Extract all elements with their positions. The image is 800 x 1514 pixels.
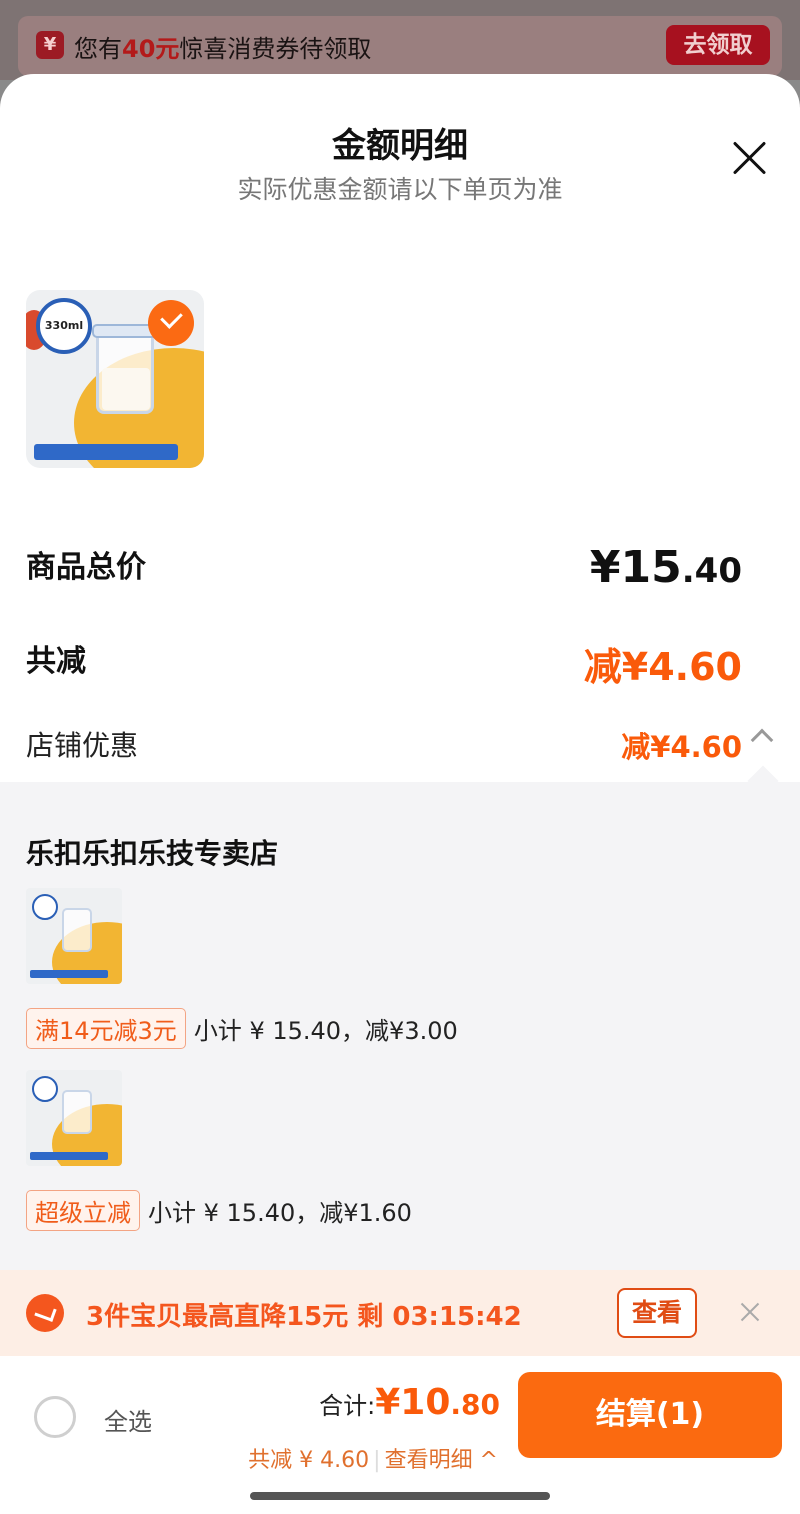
select-all-label[interactable]: 全选 xyxy=(104,1402,152,1437)
coupon-icon: ¥ xyxy=(36,31,64,59)
product-capacity-badge: 330ml xyxy=(36,298,92,354)
separator: | xyxy=(373,1448,381,1473)
sum-total: 合计:¥10.80 xyxy=(319,1382,500,1423)
total-reduce-value: 减¥4.60 xyxy=(583,645,742,689)
claim-coupon-button[interactable]: 去领取 xyxy=(666,25,770,65)
coupon-prefix: 您有 xyxy=(74,35,122,63)
home-indicator xyxy=(250,1492,550,1500)
coupon-banner: ¥ 您有40元惊喜消费券待领取 去领取 xyxy=(0,0,800,80)
promo-product-thumbnail[interactable] xyxy=(26,888,122,984)
sum-label: 合计: xyxy=(319,1392,376,1420)
chevron-up-icon[interactable] xyxy=(750,728,774,752)
promo-line: 超级立减 小计 ¥ 15.40，减¥1.60 xyxy=(26,1190,412,1231)
store-name: 乐扣乐扣乐技专卖店 xyxy=(26,837,279,870)
shop-discount-value[interactable]: 减¥4.60 xyxy=(621,724,742,766)
thumb-badge xyxy=(32,894,58,920)
close-icon[interactable] xyxy=(738,1300,762,1324)
thumb-badge xyxy=(32,1076,58,1102)
view-flash-button[interactable]: 查看 xyxy=(617,1288,697,1338)
sum-decimal: .80 xyxy=(450,1388,500,1421)
total-price-value: ¥15.40 xyxy=(590,542,742,593)
product-thumbnail[interactable]: 330ml xyxy=(26,290,204,468)
price-drop-icon xyxy=(26,1294,64,1332)
flash-sale-bar: 3件宝贝最高直降15元 剩 03:15:42 查看 xyxy=(0,1270,800,1356)
saving-summary: 共减 ¥ 4.60 | 查看明细 ^ xyxy=(248,1442,498,1474)
close-icon[interactable] xyxy=(728,136,772,180)
promo-line: 满14元减3元 小计 ¥ 15.40，减¥3.00 xyxy=(26,1008,458,1049)
total-reduce-label: 共减 xyxy=(26,644,86,679)
coupon-banner-text: 您有40元惊喜消费券待领取 xyxy=(74,29,371,64)
sum-main: ¥10 xyxy=(375,1382,451,1423)
view-detail-link[interactable]: 查看明细 ^ xyxy=(385,1448,498,1473)
checkout-bar: 全选 合计:¥10.80 共减 ¥ 4.60 | 查看明细 ^ 结算(1) xyxy=(0,1356,800,1514)
select-all-radio[interactable] xyxy=(34,1396,76,1438)
product-jar xyxy=(96,330,154,414)
checkout-button[interactable]: 结算(1) xyxy=(518,1372,782,1458)
promo-tag: 满14元减3元 xyxy=(26,1008,186,1049)
thumb-jar xyxy=(62,1090,92,1134)
sheet-subtitle: 实际优惠金额请以下单页为准 xyxy=(237,175,563,204)
sheet-title: 金额明细 xyxy=(332,126,468,166)
shop-discount-label[interactable]: 店铺优惠 xyxy=(26,724,138,764)
product-size-strip xyxy=(34,444,178,460)
thumb-strip xyxy=(30,1152,108,1160)
shop-discount-detail: 乐扣乐扣乐技专卖店 满14元减3元 小计 ¥ 15.40，减¥3.00 超级立减… xyxy=(0,765,800,1272)
coupon-amount: 40元 xyxy=(122,35,180,63)
detail-notch xyxy=(747,765,779,797)
total-price-label: 商品总价 xyxy=(26,550,146,585)
thumb-strip xyxy=(30,970,108,978)
promo-subtotal: 小计 ¥ 15.40，减¥3.00 xyxy=(193,1017,458,1045)
saving-text: 共减 ¥ 4.60 xyxy=(248,1448,370,1473)
total-price-decimal: .40 xyxy=(681,551,742,591)
promo-product-thumbnail[interactable] xyxy=(26,1070,122,1166)
promo-subtotal: 小计 ¥ 15.40，减¥1.60 xyxy=(148,1199,412,1227)
total-price-main: ¥15 xyxy=(589,542,682,593)
thumb-jar xyxy=(62,908,92,952)
coupon-suffix: 惊喜消费券待领取 xyxy=(179,35,372,63)
coupon-banner-card: ¥ 您有40元惊喜消费券待领取 去领取 xyxy=(18,16,782,76)
promo-tag: 超级立减 xyxy=(26,1190,140,1231)
flash-sale-text: 3件宝贝最高直降15元 剩 03:15:42 xyxy=(86,1302,522,1332)
selected-check-icon[interactable] xyxy=(148,300,194,346)
amount-detail-sheet: 金额明细 实际优惠金额请以下单页为准 330ml 商品总价 ¥15.40 共减 … xyxy=(0,74,800,1514)
